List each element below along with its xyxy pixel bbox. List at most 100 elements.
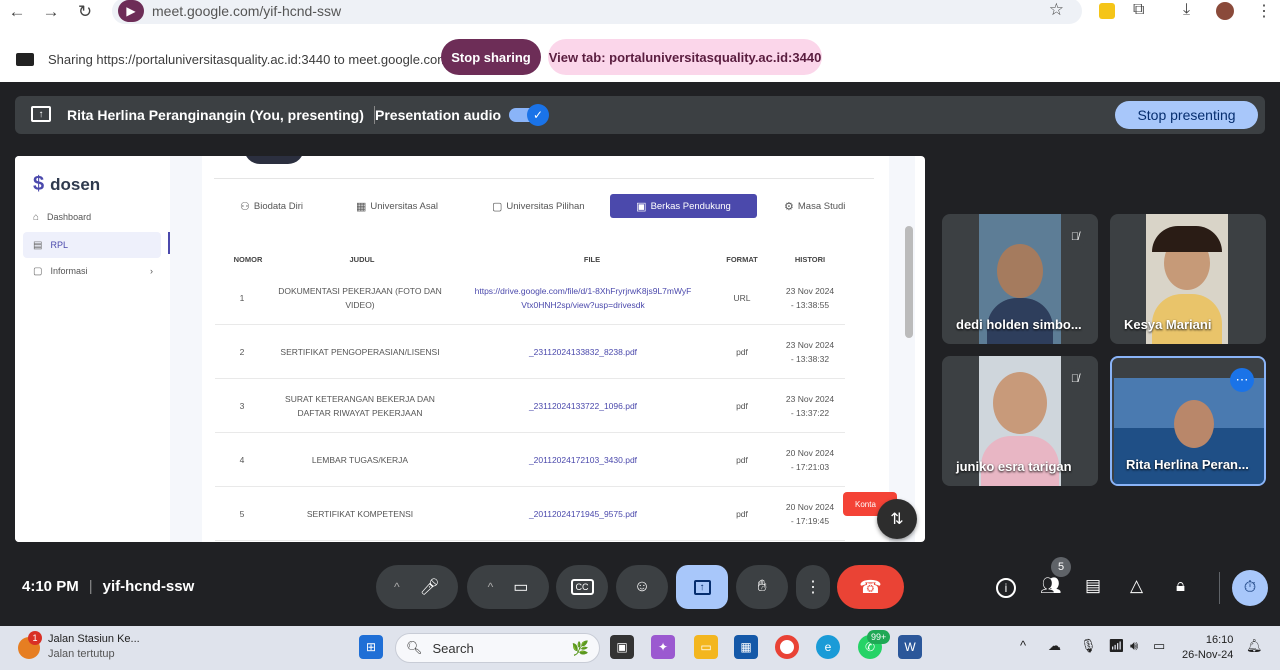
cell-file-link[interactable]: https://drive.google.com/file/d/1-8XhFry… [473,271,693,325]
system-clock[interactable]: 16:10 26-Nov-24 [1182,633,1233,663]
table-row: 3 SURAT KETERANGAN BEKERJA DAN DAFTAR RI… [215,379,845,433]
file-explorer-icon[interactable]: ▭ [694,635,718,659]
more-options-button[interactable]: ⋮ [796,565,830,609]
tab-universitas-asal[interactable]: ▦ Universitas Asal [356,194,438,218]
meeting-clock: 4:10 PM | yif-hcnd-ssw [22,578,194,595]
reactions-button[interactable]: ☺ [616,565,668,609]
shared-screen: $ dosen ⌂ Dashboard ▤ RPL ▢ Informasi › ⚇ Biod… [15,156,925,542]
notifications-bell-icon[interactable]: 🔔︎ [1246,638,1263,654]
profile-avatar[interactable] [1216,2,1234,20]
user-icon: ⚇ [240,200,250,213]
activities-icon[interactable]: △ [1130,576,1143,596]
cell-no: 3 [239,401,245,411]
windows-taskbar: 1 Jalan Stasiun Ke... Jalan tertutup ⊞ 🔍… [0,626,1280,670]
forward-icon[interactable]: → [34,0,68,24]
cell-histori: 23 Nov 2024 - 13:38:32 [785,340,835,364]
puzzle-extensions-icon[interactable]: ⧉ [1133,1,1144,19]
battery-icon[interactable]: ▭ [1153,638,1165,654]
menu-kebab-icon[interactable]: ⋮ [1256,1,1272,21]
building-icon: ▦ [356,200,367,213]
tab-label: Universitas Pilihan [506,200,585,212]
info-icon[interactable]: i [996,578,1016,598]
search-label: Search [432,640,474,656]
copilot-icon[interactable]: ✦ [651,635,675,659]
end-call-button[interactable]: ☎ [837,565,904,609]
microsoft-store-icon[interactable]: ▦ [734,635,758,659]
clock-date: 26-Nov-24 [1182,649,1234,661]
chevron-up-icon[interactable]: ^ [488,580,494,594]
presenter-name: Rita Herlina Peranginangin (You, present… [67,107,364,123]
host-controls-icon[interactable]: 🔒︎ [1176,576,1185,596]
show-hidden-icons[interactable]: ^ [1020,638,1026,653]
column-header: FILE [583,255,601,264]
participant-tile[interactable]: 🎙̸ dedi holden simbo... [942,214,1098,344]
cell-format: pdf [736,455,748,465]
camera-icon: ▭ [513,579,529,596]
timer-icon[interactable]: ⏱︎ [1232,570,1268,606]
start-windows-icon[interactable]: ⊞ [359,635,383,659]
stop-presenting-button[interactable]: Stop presenting [1115,101,1258,129]
stop-sharing-button[interactable]: Stop sharing [441,39,541,75]
scrollbar[interactable] [905,226,913,338]
task-view-icon[interactable]: ▣ [610,635,634,659]
volume-icon[interactable]: 🔊︎ [1130,638,1138,654]
home-icon: ⌂ [33,211,40,223]
participant-tile-self[interactable]: ⋯ Rita Herlina Peran... [1110,356,1266,486]
bookmark-star-icon[interactable]: ☆ [1049,0,1064,20]
present-screen-icon: ↑ [693,579,711,595]
cell-format: URL [733,293,751,303]
scroll-toggle-button[interactable]: ⇅ [877,499,917,539]
tab-label: Biodata Diri [253,200,303,212]
captions-button[interactable]: CC [556,565,608,609]
present-icon: ↑ [31,106,51,122]
raise-hand-button[interactable]: ✋︎ [736,565,788,609]
wifi-icon[interactable]: 📶︎ [1108,638,1125,654]
divider [1219,572,1220,604]
more-options-icon[interactable]: ⋯ [1230,368,1254,392]
tab-biodata-diri[interactable]: ⚇ Biodata Diri [240,194,303,218]
sidebar-item-dashboard[interactable]: ⌂ Dashboard [23,204,161,230]
address-bar[interactable]: ▶ meet.google.com/yif-hcnd-ssw ☆ [112,0,1082,24]
weather-widget[interactable]: 1 Jalan Stasiun Ke... Jalan tertutup [16,631,146,665]
people-icon[interactable]: 👥︎ [1040,576,1062,596]
tab-label: Berkas Pendukung [650,200,731,212]
search-highlight-icon: 🌿 [571,639,589,656]
cell-file-link[interactable]: _23112024133722_1096.pdf [473,379,693,433]
participant-name: Kesya Mariani [1124,317,1212,332]
cell-file-link[interactable]: _20112024172103_3430.pdf [473,433,693,487]
microphone-button[interactable]: ^ 🎤︎ [376,565,458,609]
camera-button[interactable]: ^ ▭ [467,565,549,609]
chat-icon[interactable]: ▤ [1085,576,1101,596]
presenting-bar: ↑ Rita Herlina Peranginangin (You, prese… [15,96,1265,134]
taskbar-search[interactable]: 🔍︎ Search 🌿 [395,633,600,663]
chrome-icon[interactable] [775,635,799,659]
tab-label: Masa Studi [797,200,846,212]
edge-icon[interactable]: e [816,635,840,659]
sharing-text: Sharing https://portaluniversitasquality… [48,51,449,67]
emoji-icon: ☺ [633,578,651,595]
back-icon[interactable]: ← [0,0,34,24]
word-icon[interactable]: W [898,635,922,659]
search-icon: 🔍︎ [406,640,423,655]
presentation-audio-toggle[interactable]: ✓ [509,104,549,126]
tab-universitas-pilihan[interactable]: ▢ Universitas Pilihan [492,194,585,218]
cell-file-link[interactable]: _23112024133832_8238.pdf [473,325,693,379]
cell-file-link[interactable]: _20112024171945_9575.pdf [473,487,693,541]
present-button[interactable]: ↑ [676,565,728,609]
sidebar-item-rpl[interactable]: ▤ RPL [23,232,161,258]
reload-icon[interactable]: ↻ [68,0,102,24]
microphone-tray-icon[interactable]: 🎙︎ [1080,638,1097,654]
view-tab-button[interactable]: View tab: portaluniversitasquality.ac.id… [548,39,822,75]
extension-icon[interactable] [1099,3,1115,19]
clock-time: 16:10 [1205,634,1234,646]
cloud-icon[interactable]: ☁ [1048,638,1061,654]
download-icon[interactable]: ⤓ [1183,1,1190,19]
cell-judul: SERTIFIKAT KOMPETENSI [306,509,414,519]
participant-tile[interactable]: Kesya Mariani [1110,214,1266,344]
tab-berkas-pendukung[interactable]: ▣ Berkas Pendukung [610,194,757,218]
sidebar-item-informasi[interactable]: ▢ Informasi › [23,258,161,284]
chevron-up-icon[interactable]: ^ [394,580,400,594]
participant-tile[interactable]: 🎙̸ juniko esra tarigan [942,356,1098,486]
tab-masa-studi[interactable]: ⚙ Masa Studi [784,194,845,218]
logo-text: dosen [50,175,101,194]
